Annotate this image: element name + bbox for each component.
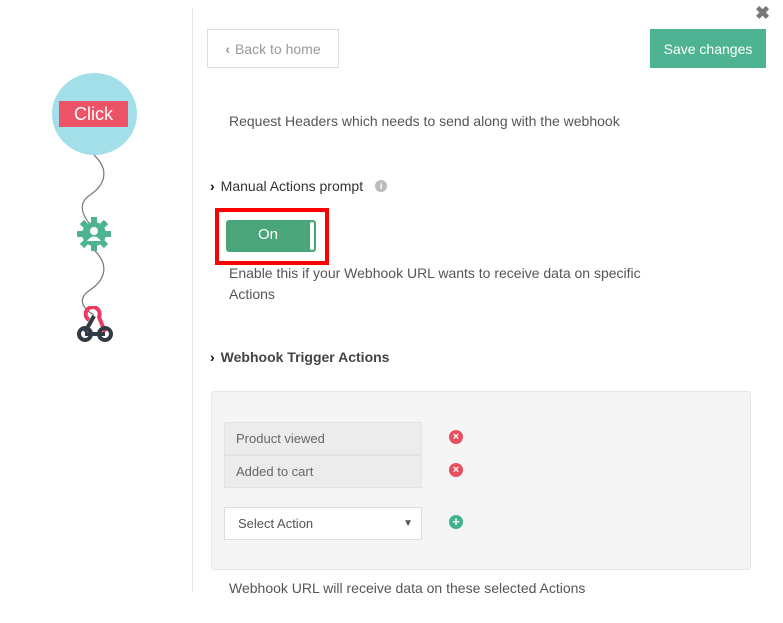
close-icon[interactable]: ✖ xyxy=(755,3,770,24)
back-label: Back to home xyxy=(235,40,321,57)
chevron-right-icon: › xyxy=(210,349,215,365)
remove-icon[interactable]: × xyxy=(449,463,463,477)
toggle-knob xyxy=(310,222,314,250)
manual-actions-toggle[interactable]: On xyxy=(226,220,316,252)
manual-actions-title: Manual Actions prompt xyxy=(220,178,364,194)
sidebar-divider xyxy=(192,8,193,592)
select-value: Select Action xyxy=(238,516,314,531)
trigger-click-label[interactable]: Click xyxy=(59,101,128,127)
trigger-actions-help: Webhook URL will receive data on these s… xyxy=(229,580,586,596)
webhook-icon[interactable] xyxy=(75,306,115,344)
headers-help-text: Request Headers which needs to send alon… xyxy=(229,113,620,129)
toggle-label: On xyxy=(258,226,279,243)
info-icon[interactable]: i xyxy=(375,180,388,192)
action-item: Product viewed xyxy=(224,422,422,455)
manual-actions-help: Enable this if your Webhook URL wants to… xyxy=(229,265,641,302)
chevron-right-icon: › xyxy=(210,178,215,194)
chevron-down-icon: ▼ xyxy=(403,518,413,529)
action-item: Added to cart xyxy=(224,455,422,488)
trigger-actions-heading[interactable]: › Webhook Trigger Actions xyxy=(210,349,389,365)
back-to-home-button[interactable]: ‹ Back to home xyxy=(207,29,339,68)
manual-actions-heading[interactable]: › Manual Actions prompt i xyxy=(210,178,388,194)
add-icon[interactable]: + xyxy=(449,515,463,529)
trigger-actions-title: Webhook Trigger Actions xyxy=(220,349,390,365)
select-action-dropdown[interactable]: Select Action ▼ xyxy=(224,507,422,540)
save-changes-button[interactable]: Save changes xyxy=(650,29,766,68)
remove-icon[interactable]: × xyxy=(449,430,463,444)
chevron-left-icon: ‹ xyxy=(225,40,231,57)
gear-user-icon[interactable] xyxy=(76,216,112,252)
